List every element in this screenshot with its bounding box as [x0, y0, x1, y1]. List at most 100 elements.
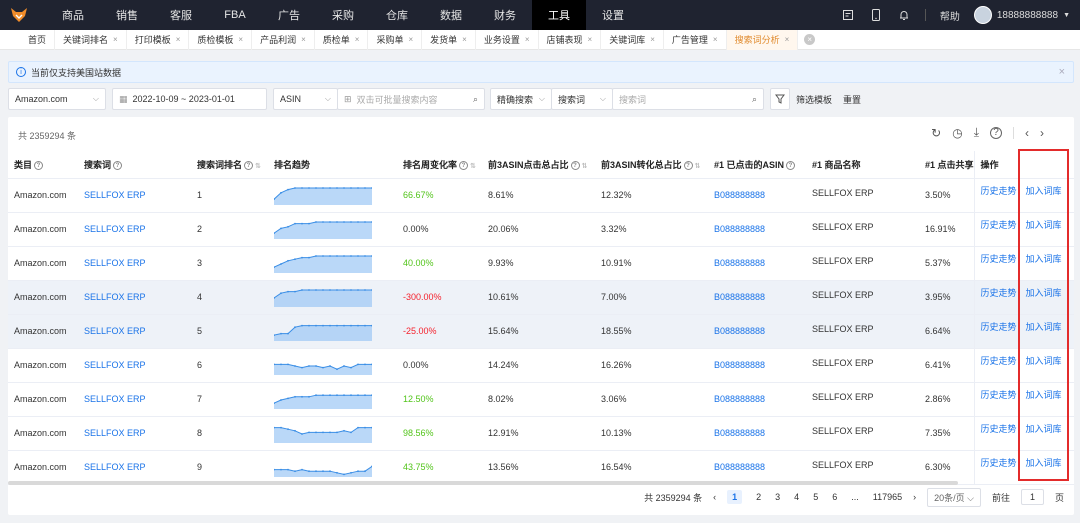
close-icon[interactable]: ×	[113, 35, 118, 44]
table-row[interactable]: Amazon.com SELLFOX ERP 4 -300.00% 10.61% 7.00…	[8, 280, 1074, 315]
prev-page-icon[interactable]: ‹	[713, 492, 716, 502]
close-icon[interactable]: ×	[355, 35, 360, 44]
page-tab[interactable]: 关键词排名 ×	[55, 29, 127, 50]
help-icon[interactable]: ?	[786, 160, 796, 170]
help-icon[interactable]: ?	[113, 160, 123, 170]
refresh-icon[interactable]: ↻	[931, 126, 941, 140]
column-header[interactable]: #1 点击共享?	[919, 151, 974, 179]
search-term-input[interactable]: 搜索词 ⌕	[612, 88, 764, 110]
close-icon[interactable]: ×	[301, 35, 306, 44]
asin-link[interactable]: B088888888	[714, 394, 765, 404]
search-icon[interactable]: ⌕	[752, 94, 757, 105]
page-number[interactable]: 5	[813, 492, 818, 502]
history-trend-link[interactable]: 历史走势	[981, 254, 1017, 264]
page-size-select[interactable]: 20条/页 ⌵	[927, 487, 981, 507]
goto-page-input[interactable]: 1	[1020, 489, 1044, 505]
chevron-right-icon[interactable]: ›	[1040, 126, 1044, 140]
search-term-link[interactable]: SELLFOX ERP	[84, 360, 146, 370]
page-tab[interactable]: 采购单 ×	[368, 29, 423, 50]
table-row[interactable]: Amazon.com SELLFOX ERP 9 43.75% 13.56% 16.54%…	[8, 450, 1074, 485]
history-trend-link[interactable]: 历史走势	[981, 220, 1017, 230]
help-icon[interactable]: ?	[683, 160, 693, 170]
sort-icon[interactable]: ⇅	[470, 163, 476, 170]
page-tab[interactable]: 发货单 ×	[422, 29, 476, 50]
column-header[interactable]: 前3ASIN点击总占比? ⇅	[482, 151, 595, 179]
help-link[interactable]: 帮助	[940, 8, 960, 23]
asin-link[interactable]: B088888888	[714, 292, 765, 302]
column-header[interactable]: 搜索词排名? ⇅	[191, 151, 268, 179]
page-number[interactable]: 4	[794, 492, 799, 502]
history-trend-link[interactable]: 历史走势	[981, 186, 1017, 196]
reset-button[interactable]: 重置	[843, 88, 861, 110]
help-icon[interactable]: ?	[459, 160, 469, 170]
close-icon[interactable]: ×	[408, 35, 413, 44]
close-icon[interactable]: ×	[238, 35, 243, 44]
nav-item[interactable]: 设置	[586, 0, 640, 30]
nav-item[interactable]: 客服	[154, 0, 208, 30]
page-tab[interactable]: 广告管理 ×	[664, 29, 727, 50]
column-header[interactable]: 排名趋势	[268, 151, 397, 179]
nav-item[interactable]: 数据	[424, 0, 478, 30]
close-icon[interactable]: ×	[713, 35, 718, 44]
chevron-left-icon[interactable]: ‹	[1025, 126, 1029, 140]
search-term-link[interactable]: SELLFOX ERP	[84, 326, 146, 336]
nav-item[interactable]: 仓库	[370, 0, 424, 30]
history-trend-link[interactable]: 历史走势	[981, 424, 1017, 434]
asin-type-select[interactable]: ASIN ⌵	[273, 88, 338, 110]
download-icon[interactable]: ⤓	[974, 125, 979, 140]
history-trend-link[interactable]: 历史走势	[981, 322, 1017, 332]
column-header[interactable]: #1 已点击的ASIN?	[708, 151, 806, 179]
filter-icon[interactable]	[770, 88, 790, 110]
history-trend-link[interactable]: 历史走势	[981, 288, 1017, 298]
page-tab[interactable]: 搜索词分析 ×	[726, 29, 799, 50]
nav-item[interactable]: 商品	[46, 0, 100, 30]
close-icon[interactable]: ×	[1059, 66, 1065, 78]
chevron-down-icon[interactable]: ▼	[1063, 12, 1070, 19]
page-number[interactable]: 6	[832, 492, 837, 502]
help-icon[interactable]: ?	[244, 160, 254, 170]
table-row[interactable]: Amazon.com SELLFOX ERP 5 -25.00% 15.64% 18.55…	[8, 314, 1074, 349]
table-row[interactable]: Amazon.com SELLFOX ERP 8 98.56% 12.91% 10.13%…	[8, 416, 1074, 451]
nav-item[interactable]: 销售	[100, 0, 154, 30]
nav-item[interactable]: 采购	[316, 0, 370, 30]
table-row[interactable]: Amazon.com SELLFOX ERP 3 40.00% 9.93% 10.91% B…	[8, 246, 1074, 281]
close-icon[interactable]: ×	[462, 35, 467, 44]
close-icon[interactable]: ×	[588, 35, 593, 44]
filter-template-button[interactable]: 筛选模板	[796, 88, 832, 110]
page-number[interactable]: 3	[775, 492, 780, 502]
next-page-icon[interactable]: ›	[913, 492, 916, 502]
page-number[interactable]: 2	[756, 492, 761, 502]
nav-item[interactable]: FBA	[208, 0, 262, 30]
search-icon[interactable]: ⌕	[473, 94, 478, 105]
page-tab[interactable]: 质检模板 ×	[189, 29, 253, 50]
close-icon[interactable]: ×	[176, 35, 181, 44]
column-header[interactable]: #1 商品名称	[806, 151, 919, 179]
help-icon[interactable]: ?	[34, 160, 44, 170]
close-all-tabs-icon[interactable]: ×	[804, 34, 816, 45]
search-term-link[interactable]: SELLFOX ERP	[84, 258, 146, 268]
nav-item[interactable]: 财务	[478, 0, 532, 30]
close-icon[interactable]: ×	[785, 35, 790, 44]
clock-icon[interactable]: ◷	[952, 126, 962, 140]
search-term-link[interactable]: SELLFOX ERP	[84, 428, 146, 438]
search-term-link[interactable]: SELLFOX ERP	[84, 394, 146, 404]
task-icon[interactable]	[841, 8, 855, 22]
page-tab[interactable]: 产品利润 ×	[252, 29, 315, 50]
asin-link[interactable]: B088888888	[714, 428, 765, 438]
help-icon[interactable]: ?	[990, 126, 1002, 139]
history-trend-link[interactable]: 历史走势	[981, 356, 1017, 366]
help-icon[interactable]: ?	[570, 160, 580, 170]
nav-item[interactable]: 广告	[262, 0, 316, 30]
column-header[interactable]: 类目?	[8, 151, 78, 179]
page-number[interactable]: 1	[727, 490, 743, 504]
asin-link[interactable]: B088888888	[714, 190, 765, 200]
nav-item[interactable]: 工具	[532, 0, 586, 30]
search-term-link[interactable]: SELLFOX ERP	[84, 224, 146, 234]
close-icon[interactable]: ×	[650, 35, 655, 44]
phone-icon[interactable]	[869, 8, 883, 22]
page-tab[interactable]: 首页	[20, 29, 56, 50]
table-row[interactable]: Amazon.com SELLFOX ERP 7 12.50% 8.02% 3.06% B0…	[8, 382, 1074, 417]
page-tab[interactable]: 业务设置 ×	[476, 29, 539, 50]
asin-link[interactable]: B088888888	[714, 258, 765, 268]
match-type-select[interactable]: 精确搜索 ⌵	[490, 88, 552, 110]
